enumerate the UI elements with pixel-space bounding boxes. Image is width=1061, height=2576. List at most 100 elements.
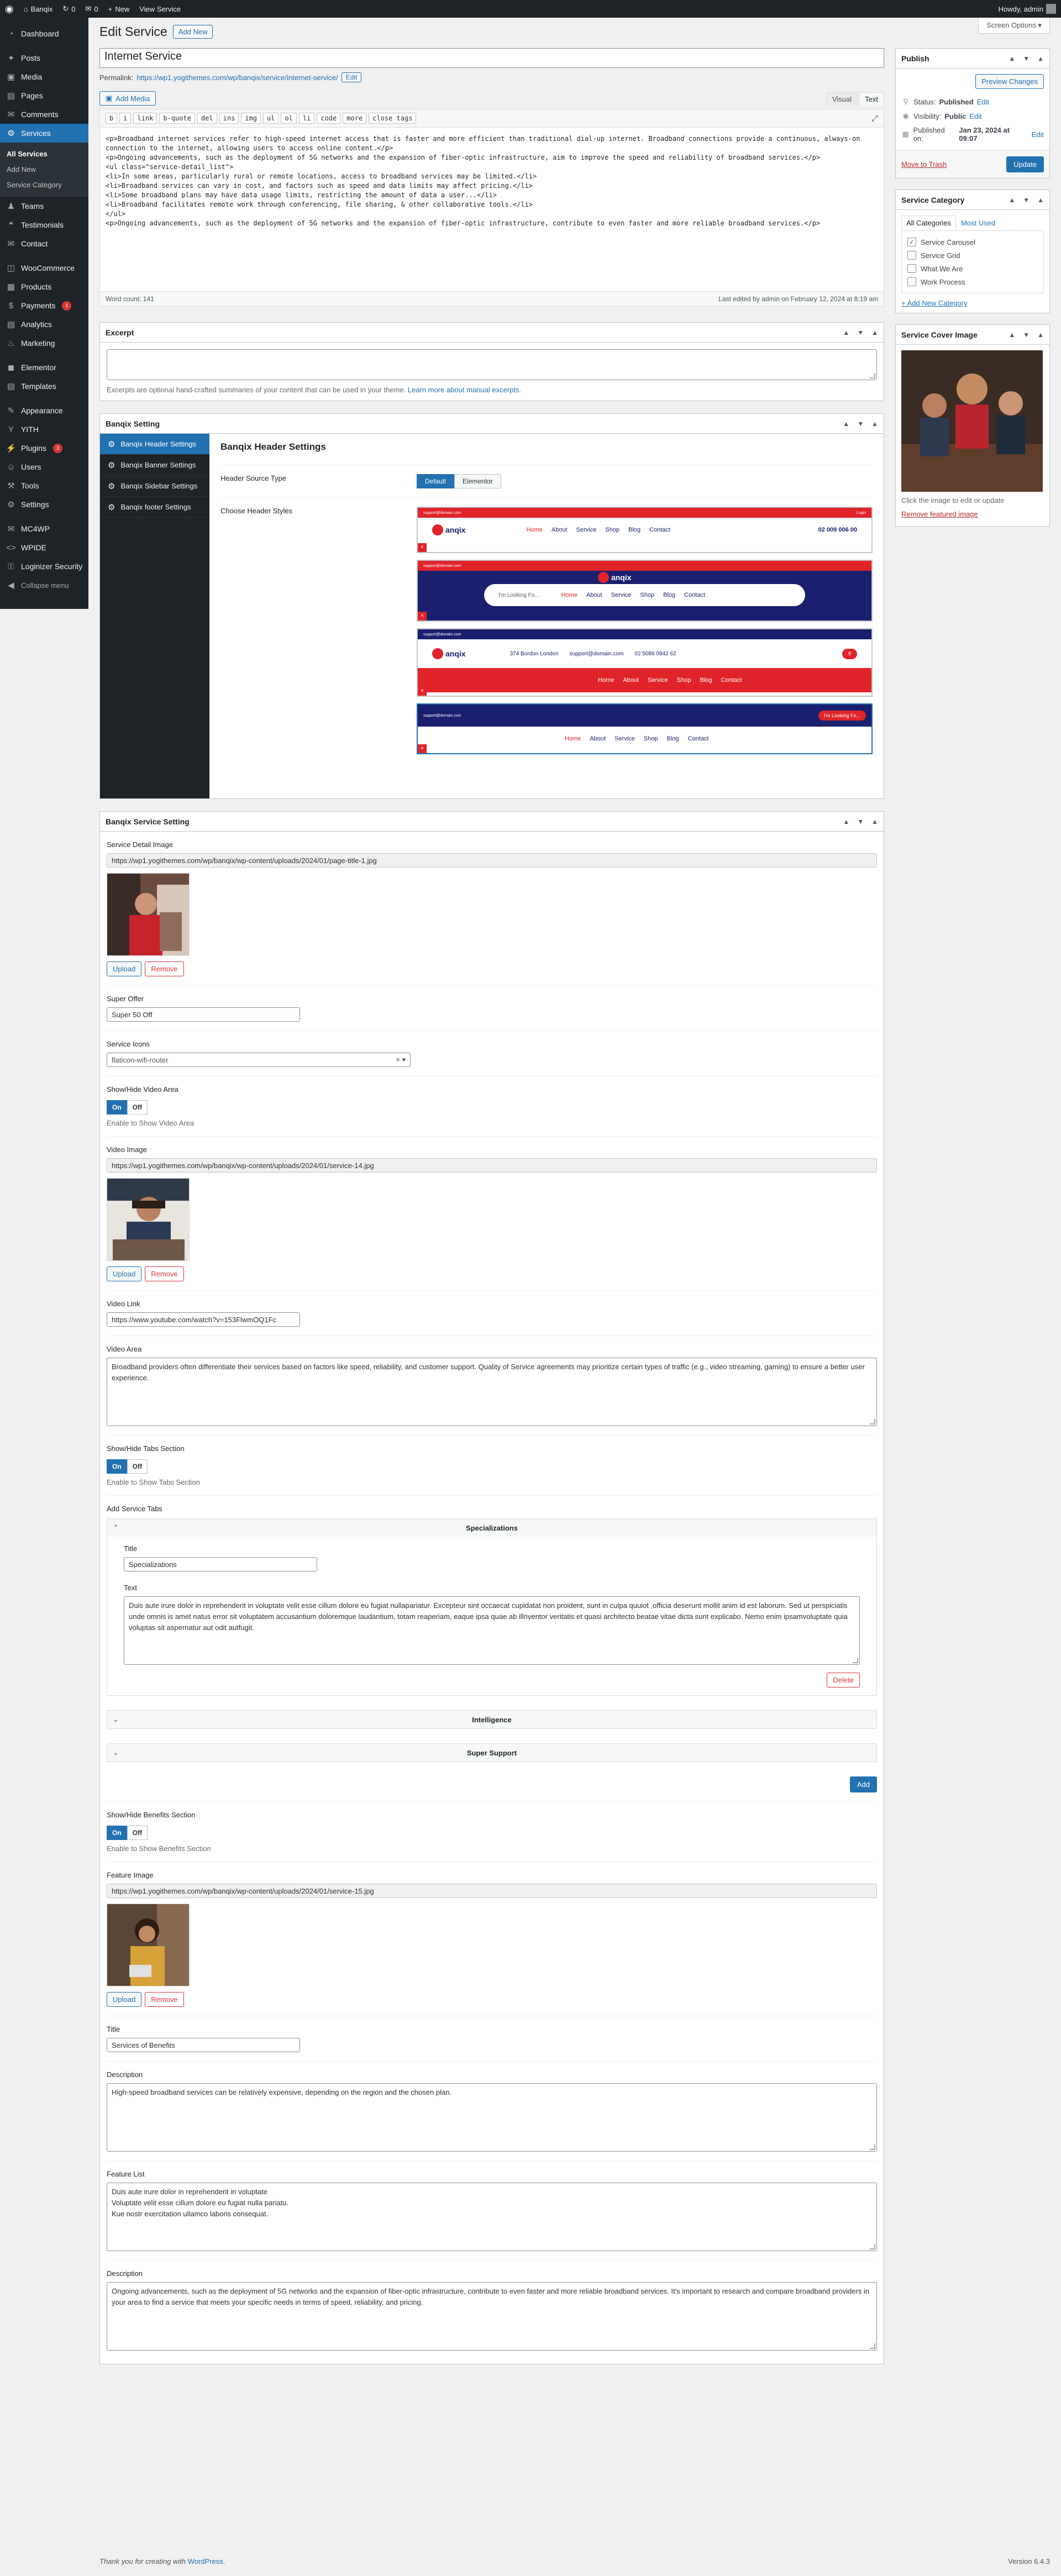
qt-ol-button[interactable]: ol: [281, 113, 297, 124]
move-up-icon[interactable]: ▲: [1009, 196, 1015, 204]
sidebar-item-media[interactable]: ▣ Media: [0, 67, 88, 86]
header-style-option-3[interactable]: support@domain.com anqix 374 Bordon Lond…: [417, 628, 873, 697]
move-up-icon[interactable]: ▲: [843, 329, 849, 337]
qt-link-button[interactable]: link: [133, 113, 157, 124]
sidebar-item-templates[interactable]: ▤ Templates: [0, 377, 88, 396]
screen-options-button[interactable]: Screen Options ▾: [978, 18, 1050, 34]
sidebar-item-users[interactable]: ☺ Users: [0, 458, 88, 476]
tab-text-textarea[interactable]: Duis aute irure dolor in reprehenderit i…: [124, 1596, 860, 1665]
content-textarea[interactable]: <p>Broadband internet services refer to …: [100, 128, 884, 291]
fullscreen-icon[interactable]: ⤢: [871, 114, 878, 123]
qt-close-tags-button[interactable]: close tags: [369, 113, 417, 124]
sidebar-item-payments[interactable]: $ Payments 1: [0, 296, 88, 315]
updates-link[interactable]: ↻ 0: [57, 0, 80, 18]
submenu-all-services[interactable]: All Services: [0, 146, 88, 162]
header-style-option-1[interactable]: support@domain.com Login anqix Home About S…: [417, 507, 873, 553]
feature-list-textarea[interactable]: Duis aute irure dolor in reprehenderit i…: [107, 2183, 877, 2251]
post-title-input[interactable]: Internet Service: [99, 48, 884, 68]
sidebar-item-analytics[interactable]: ▤ Analytics: [0, 315, 88, 334]
wordpress-link[interactable]: WordPress: [188, 2557, 223, 2566]
checkbox[interactable]: [907, 277, 916, 286]
toggle-panel-icon[interactable]: ▲: [871, 329, 878, 337]
qt-bold-button[interactable]: b: [106, 113, 118, 124]
sidebar-item-tools[interactable]: ⚒ Tools: [0, 476, 88, 495]
benefits-description2-textarea[interactable]: Ongoing advancements, such as the deploy…: [107, 2282, 877, 2351]
qt-img-button[interactable]: img: [241, 113, 261, 124]
submenu-service-category[interactable]: Service Category: [0, 177, 88, 193]
move-down-icon[interactable]: ▼: [1023, 55, 1030, 62]
detail-image-remove-button[interactable]: Remove: [145, 961, 184, 976]
category-item[interactable]: Work Process: [907, 275, 1038, 288]
move-up-icon[interactable]: ▲: [1009, 331, 1015, 339]
tab-accordion-header[interactable]: ⌄ Super Support: [107, 1744, 876, 1762]
video-image-remove-button[interactable]: Remove: [145, 1266, 184, 1281]
header-style-option-2[interactable]: support@domain.com anqix I'm Looking Fo.…: [417, 560, 873, 622]
tab-visual[interactable]: Visual: [826, 92, 858, 106]
category-item[interactable]: What We Are: [907, 262, 1038, 275]
sidebar-item-wpide[interactable]: <> WPIDE: [0, 538, 88, 557]
source-default-button[interactable]: Default: [417, 474, 455, 488]
tab-accordion-header[interactable]: ⌃ Specializations: [107, 1519, 876, 1537]
published-edit-link[interactable]: Edit: [1032, 130, 1044, 139]
toggle-panel-icon[interactable]: ▲: [871, 818, 878, 826]
cover-image-thumbnail[interactable]: [901, 350, 1043, 492]
banqix-nav-header[interactable]: ⚙ Banqix Header Settings: [100, 434, 209, 455]
move-down-icon[interactable]: ▼: [857, 420, 864, 428]
video-area-toggle[interactable]: On Off: [107, 1100, 148, 1114]
view-service-link[interactable]: View Service: [134, 0, 186, 18]
move-down-icon[interactable]: ▼: [857, 329, 864, 337]
move-down-icon[interactable]: ▼: [1023, 196, 1030, 204]
source-elementor-button[interactable]: Elementor: [454, 474, 501, 488]
checkbox-checked[interactable]: ✓: [907, 238, 916, 246]
add-new-category-link[interactable]: + Add New Category: [896, 293, 1049, 313]
banqix-nav-banner[interactable]: ⚙ Banqix Banner Settings: [100, 455, 209, 476]
sidebar-item-products[interactable]: ▩ Products: [0, 277, 88, 296]
category-item[interactable]: ✓ Service Carousel: [907, 235, 1038, 249]
sidebar-item-marketing[interactable]: ♨ Marketing: [0, 334, 88, 353]
sidebar-item-teams[interactable]: ♟ Teams: [0, 197, 88, 215]
video-image-url-input[interactable]: https://wp1.yogithemes.com/wp/banqix/wp-…: [107, 1158, 877, 1173]
sidebar-item-posts[interactable]: ✦ Posts: [0, 49, 88, 67]
sidebar-item-pages[interactable]: ▤ Pages: [0, 86, 88, 105]
service-icons-select[interactable]: flaticon-wifi-router × ▾: [107, 1053, 411, 1067]
move-up-icon[interactable]: ▲: [843, 420, 849, 428]
collapse-menu-button[interactable]: ◀ Collapse menu: [0, 576, 88, 595]
feature-image-remove-button[interactable]: Remove: [145, 1992, 184, 2007]
account-menu[interactable]: Howdy, admin: [994, 0, 1061, 18]
banqix-nav-footer[interactable]: ⚙ Banqix footer Settings: [100, 497, 209, 518]
tabs-section-toggle[interactable]: On Off: [107, 1459, 148, 1474]
tab-text[interactable]: Text: [859, 92, 884, 106]
qt-ul-button[interactable]: ul: [263, 113, 279, 124]
sidebar-item-loginizer[interactable]: ⚿ Loginizer Security: [0, 557, 88, 576]
excerpt-learn-more-link[interactable]: Learn more about manual excerpts: [408, 386, 519, 394]
sidebar-item-services[interactable]: ⚙ Services: [0, 124, 88, 143]
permalink-link[interactable]: https://wp1.yogithemes.com/wp/banqix/ser…: [136, 73, 338, 82]
submenu-add-new[interactable]: Add New: [0, 162, 88, 177]
video-image-upload-button[interactable]: Upload: [107, 1266, 142, 1281]
sidebar-item-elementor[interactable]: ◼ Elementor: [0, 358, 88, 377]
sidebar-item-dashboard[interactable]: ◔ Dashboard: [0, 24, 88, 43]
add-new-button[interactable]: Add New: [172, 25, 213, 39]
qt-ins-button[interactable]: ins: [219, 113, 239, 124]
banqix-nav-sidebar[interactable]: ⚙ Banqix Sidebar Settings: [100, 476, 209, 497]
tab-most-used[interactable]: Most Used: [956, 215, 1000, 230]
add-tab-button[interactable]: Add: [849, 1776, 877, 1792]
header-style-option-4[interactable]: support@domain.com I'm Looking Fo... Home…: [417, 703, 873, 754]
move-up-icon[interactable]: ▲: [1009, 55, 1015, 62]
new-content-link[interactable]: + New: [103, 0, 135, 18]
status-edit-link[interactable]: Edit: [977, 98, 989, 106]
toggle-panel-icon[interactable]: ▲: [1037, 331, 1044, 339]
qt-italic-button[interactable]: i: [119, 113, 132, 124]
clear-select-icon[interactable]: × ▾: [396, 1055, 406, 1064]
update-button[interactable]: Update: [1006, 156, 1044, 172]
super-offer-input[interactable]: Super 50 Off: [107, 1007, 300, 1022]
sidebar-item-appearance[interactable]: ✎ Appearance: [0, 401, 88, 420]
tab-accordion-header[interactable]: ⌄ Intelligence: [107, 1711, 876, 1728]
benefits-description-textarea[interactable]: High-speed broadband services can be rel…: [107, 2083, 877, 2152]
toggle-panel-icon[interactable]: ▲: [1037, 196, 1044, 204]
sidebar-item-woocommerce[interactable]: ◫ WooCommerce: [0, 259, 88, 277]
checkbox[interactable]: [907, 251, 916, 260]
toggle-panel-icon[interactable]: ▲: [871, 420, 878, 428]
move-down-icon[interactable]: ▼: [1023, 331, 1030, 339]
detail-image-url-input[interactable]: https://wp1.yogithemes.com/wp/banqix/wp-…: [107, 853, 877, 868]
